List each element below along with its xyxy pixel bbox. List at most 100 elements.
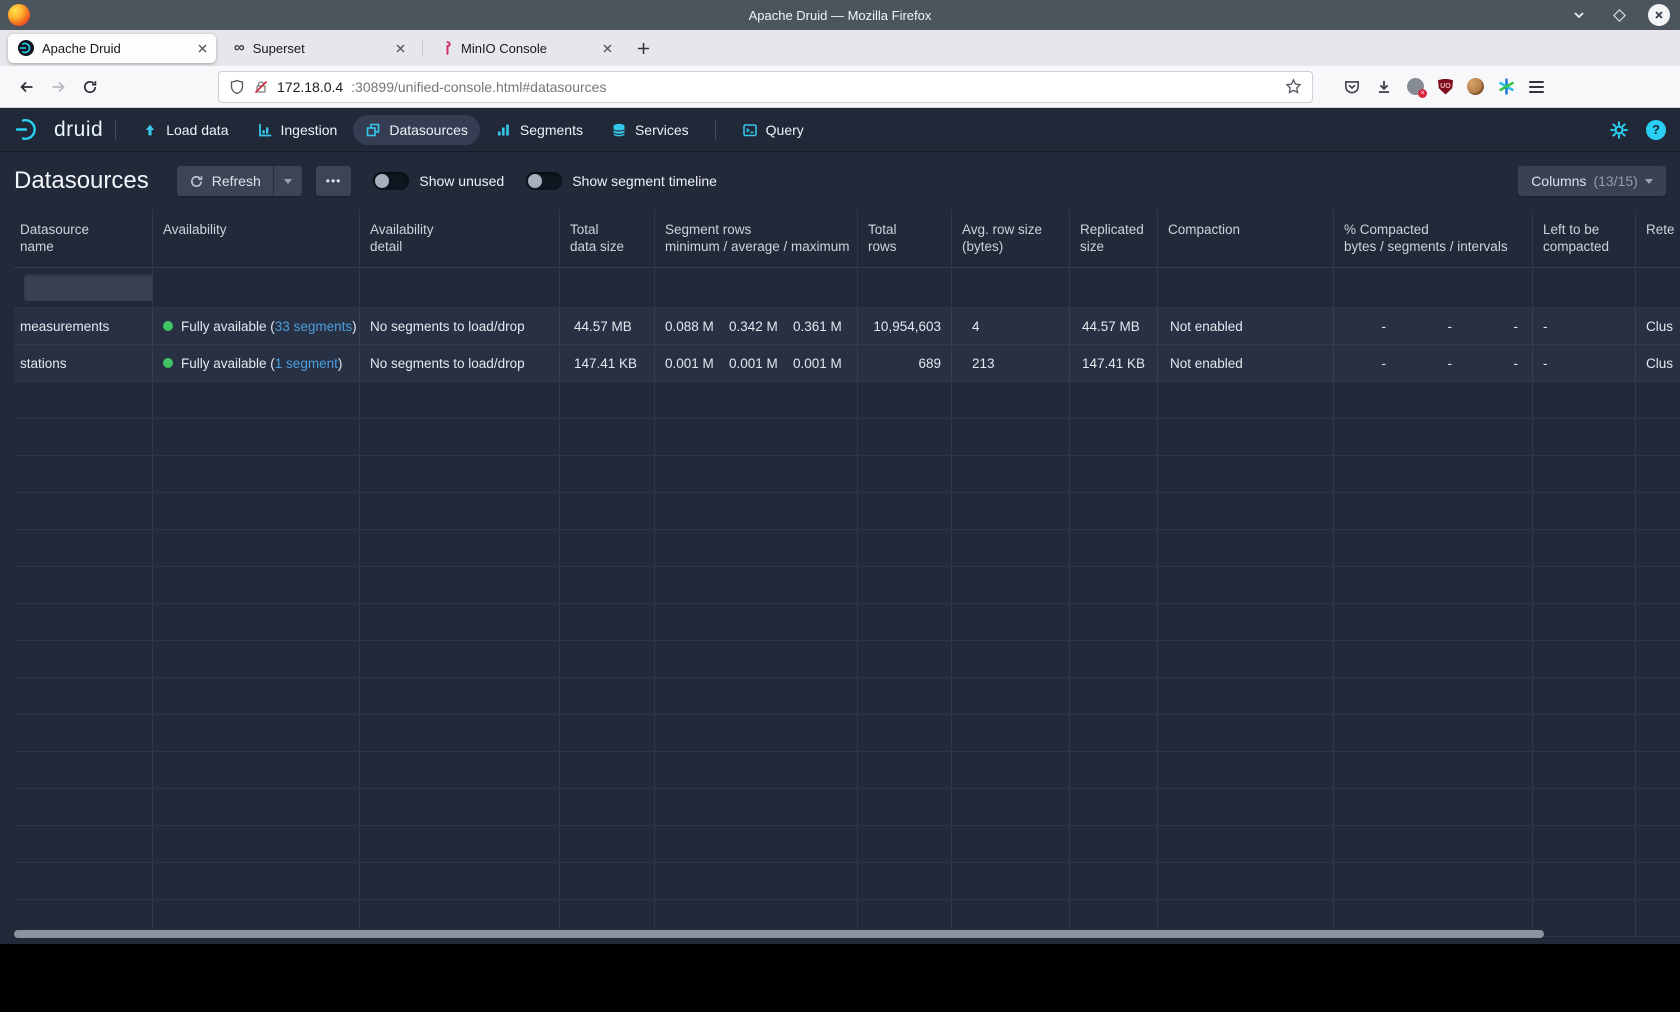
cell-replicated_size: 44.57 MB [1070,308,1158,344]
show-unused-toggle-group: Show unused [373,172,504,190]
header-label: Availability [163,221,227,238]
header-label: bytes / segments / intervals [1344,238,1508,255]
availability-text: ) [352,319,357,334]
segments-link[interactable]: 1 segment [275,356,338,371]
nav-query[interactable]: Query [730,115,816,145]
column-header-compaction[interactable]: Compaction [1158,210,1334,267]
column-header-pct_compacted[interactable]: % Compactedbytes / segments / intervals [1334,210,1533,267]
nav-segments[interactable]: Segments [484,115,595,145]
close-tab-icon[interactable] [602,43,613,54]
cell-retention: Clus [1636,345,1680,381]
table-filter-row [14,268,1680,308]
extension-disabled-badge: × [1418,89,1427,98]
reload-button[interactable] [74,71,106,103]
nav-label: Query [766,122,804,138]
refresh-interval-button[interactable] [273,166,302,196]
url-host: 172.18.0.4 [277,79,343,95]
query-icon [742,122,758,138]
column-header-avg_row_size[interactable]: Avg. row size(bytes) [952,210,1070,267]
tab-label: MinIO Console [461,41,594,56]
tab-superset[interactable]: ∞ Superset [224,34,414,63]
cell-avg_row_size: 213 [952,345,1070,381]
column-header-retention[interactable]: Rete [1636,210,1680,267]
back-button[interactable] [10,71,42,103]
columns-button[interactable]: Columns (13/15) [1518,166,1666,196]
menu-hamburger-icon[interactable] [1529,81,1544,93]
datasource-name-filter-input[interactable] [24,274,153,301]
chevron-down-icon [1571,7,1587,23]
tab-minio-console[interactable]: MinIO Console [431,34,621,63]
nav-services[interactable]: Services [599,115,701,145]
column-header-total_rows[interactable]: Totalrows [858,210,952,267]
table-row[interactable]: stationsFully available (1 segment)No se… [14,345,1680,382]
filter-cell-left_to_compact [1533,268,1636,307]
more-actions-button[interactable]: ••• [316,166,352,196]
header-label: % Compacted [1344,221,1429,238]
insecure-lock-icon[interactable] [253,79,269,95]
cell-pct_compacted: --- [1334,345,1533,381]
back-icon [18,79,35,95]
column-header-name[interactable]: Datasourcename [14,210,153,267]
empty-row [14,752,1680,789]
horizontal-scrollbar[interactable] [14,930,1544,938]
column-header-segment_rows[interactable]: Segment rowsminimum / average / maximum [655,210,858,267]
close-button[interactable] [1648,4,1670,26]
ublock-origin-icon[interactable]: UO [1438,79,1453,95]
close-icon [1653,9,1665,21]
empty-row [14,530,1680,567]
cell-replicated_size: 147.41 KB [1070,345,1158,381]
column-header-availability[interactable]: Availability [153,210,360,267]
column-header-detail[interactable]: Availabilitydetail [360,210,560,267]
datasources-icon [365,122,381,138]
segment-rows-value: 0.342 M [719,319,783,334]
bottom-band [0,944,1680,1012]
tab-apache-druid[interactable]: Apache Druid [8,34,216,63]
extension-icon[interactable]: × [1407,78,1424,95]
bookmark-star-icon[interactable] [1285,78,1302,95]
forward-button[interactable] [42,71,74,103]
refresh-icon [189,174,204,189]
column-header-total_data_size[interactable]: Totaldata size [560,210,655,267]
nav-ingestion[interactable]: Ingestion [245,115,350,145]
header-label: rows [868,238,897,255]
nav-datasources[interactable]: Datasources [353,115,480,145]
refresh-button[interactable]: Refresh [177,166,273,196]
new-tab-button[interactable] [629,34,657,62]
show-segment-timeline-toggle-group: Show segment timeline [526,172,717,190]
tracking-shield-icon[interactable] [229,79,245,95]
empty-row [14,641,1680,678]
columns-count: (13/15) [1593,173,1637,189]
pocket-icon[interactable] [1343,78,1361,96]
nav-load-data[interactable]: Load data [130,115,240,145]
empty-row [14,678,1680,715]
show-unused-toggle[interactable] [373,172,409,190]
header-label: Rete [1646,221,1675,238]
segments-link[interactable]: 33 segments [275,319,352,334]
downloads-icon[interactable] [1375,78,1393,96]
cell-left_to_compact: - [1533,345,1636,381]
filter-cell-replicated_size [1070,268,1158,307]
chevron-down-icon [1645,179,1653,184]
settings-gear-icon[interactable] [1610,121,1628,139]
cell-availability: Fully available (33 segments) [153,308,360,344]
url-path: :30899/unified-console.html#datasources [351,79,606,95]
status-dot-green [163,358,173,368]
cell-retention: Clus [1636,308,1680,344]
segment-rows-value: 0.361 M [783,319,847,334]
url-bar[interactable]: 172.18.0.4 :30899/unified-console.html#da… [218,71,1313,103]
maximize-button[interactable] [1608,4,1630,26]
show-segment-timeline-toggle[interactable] [526,172,562,190]
column-header-left_to_compact[interactable]: Left to becompacted [1533,210,1636,267]
minimize-button[interactable] [1568,4,1590,26]
close-tab-icon[interactable] [197,43,208,54]
minio-favicon [441,40,453,56]
column-header-replicated_size[interactable]: Replicatedsize [1070,210,1158,267]
availability-text: Fully available ( [181,356,275,371]
help-icon[interactable]: ? [1646,120,1666,140]
header-label: Compaction [1168,221,1240,238]
close-tab-icon[interactable] [395,43,406,54]
cookie-extension-icon[interactable] [1467,78,1484,95]
asterisk-extension-icon[interactable] [1498,78,1515,95]
header-label: Left to be [1543,221,1599,238]
table-row[interactable]: measurementsFully available (33 segments… [14,308,1680,345]
